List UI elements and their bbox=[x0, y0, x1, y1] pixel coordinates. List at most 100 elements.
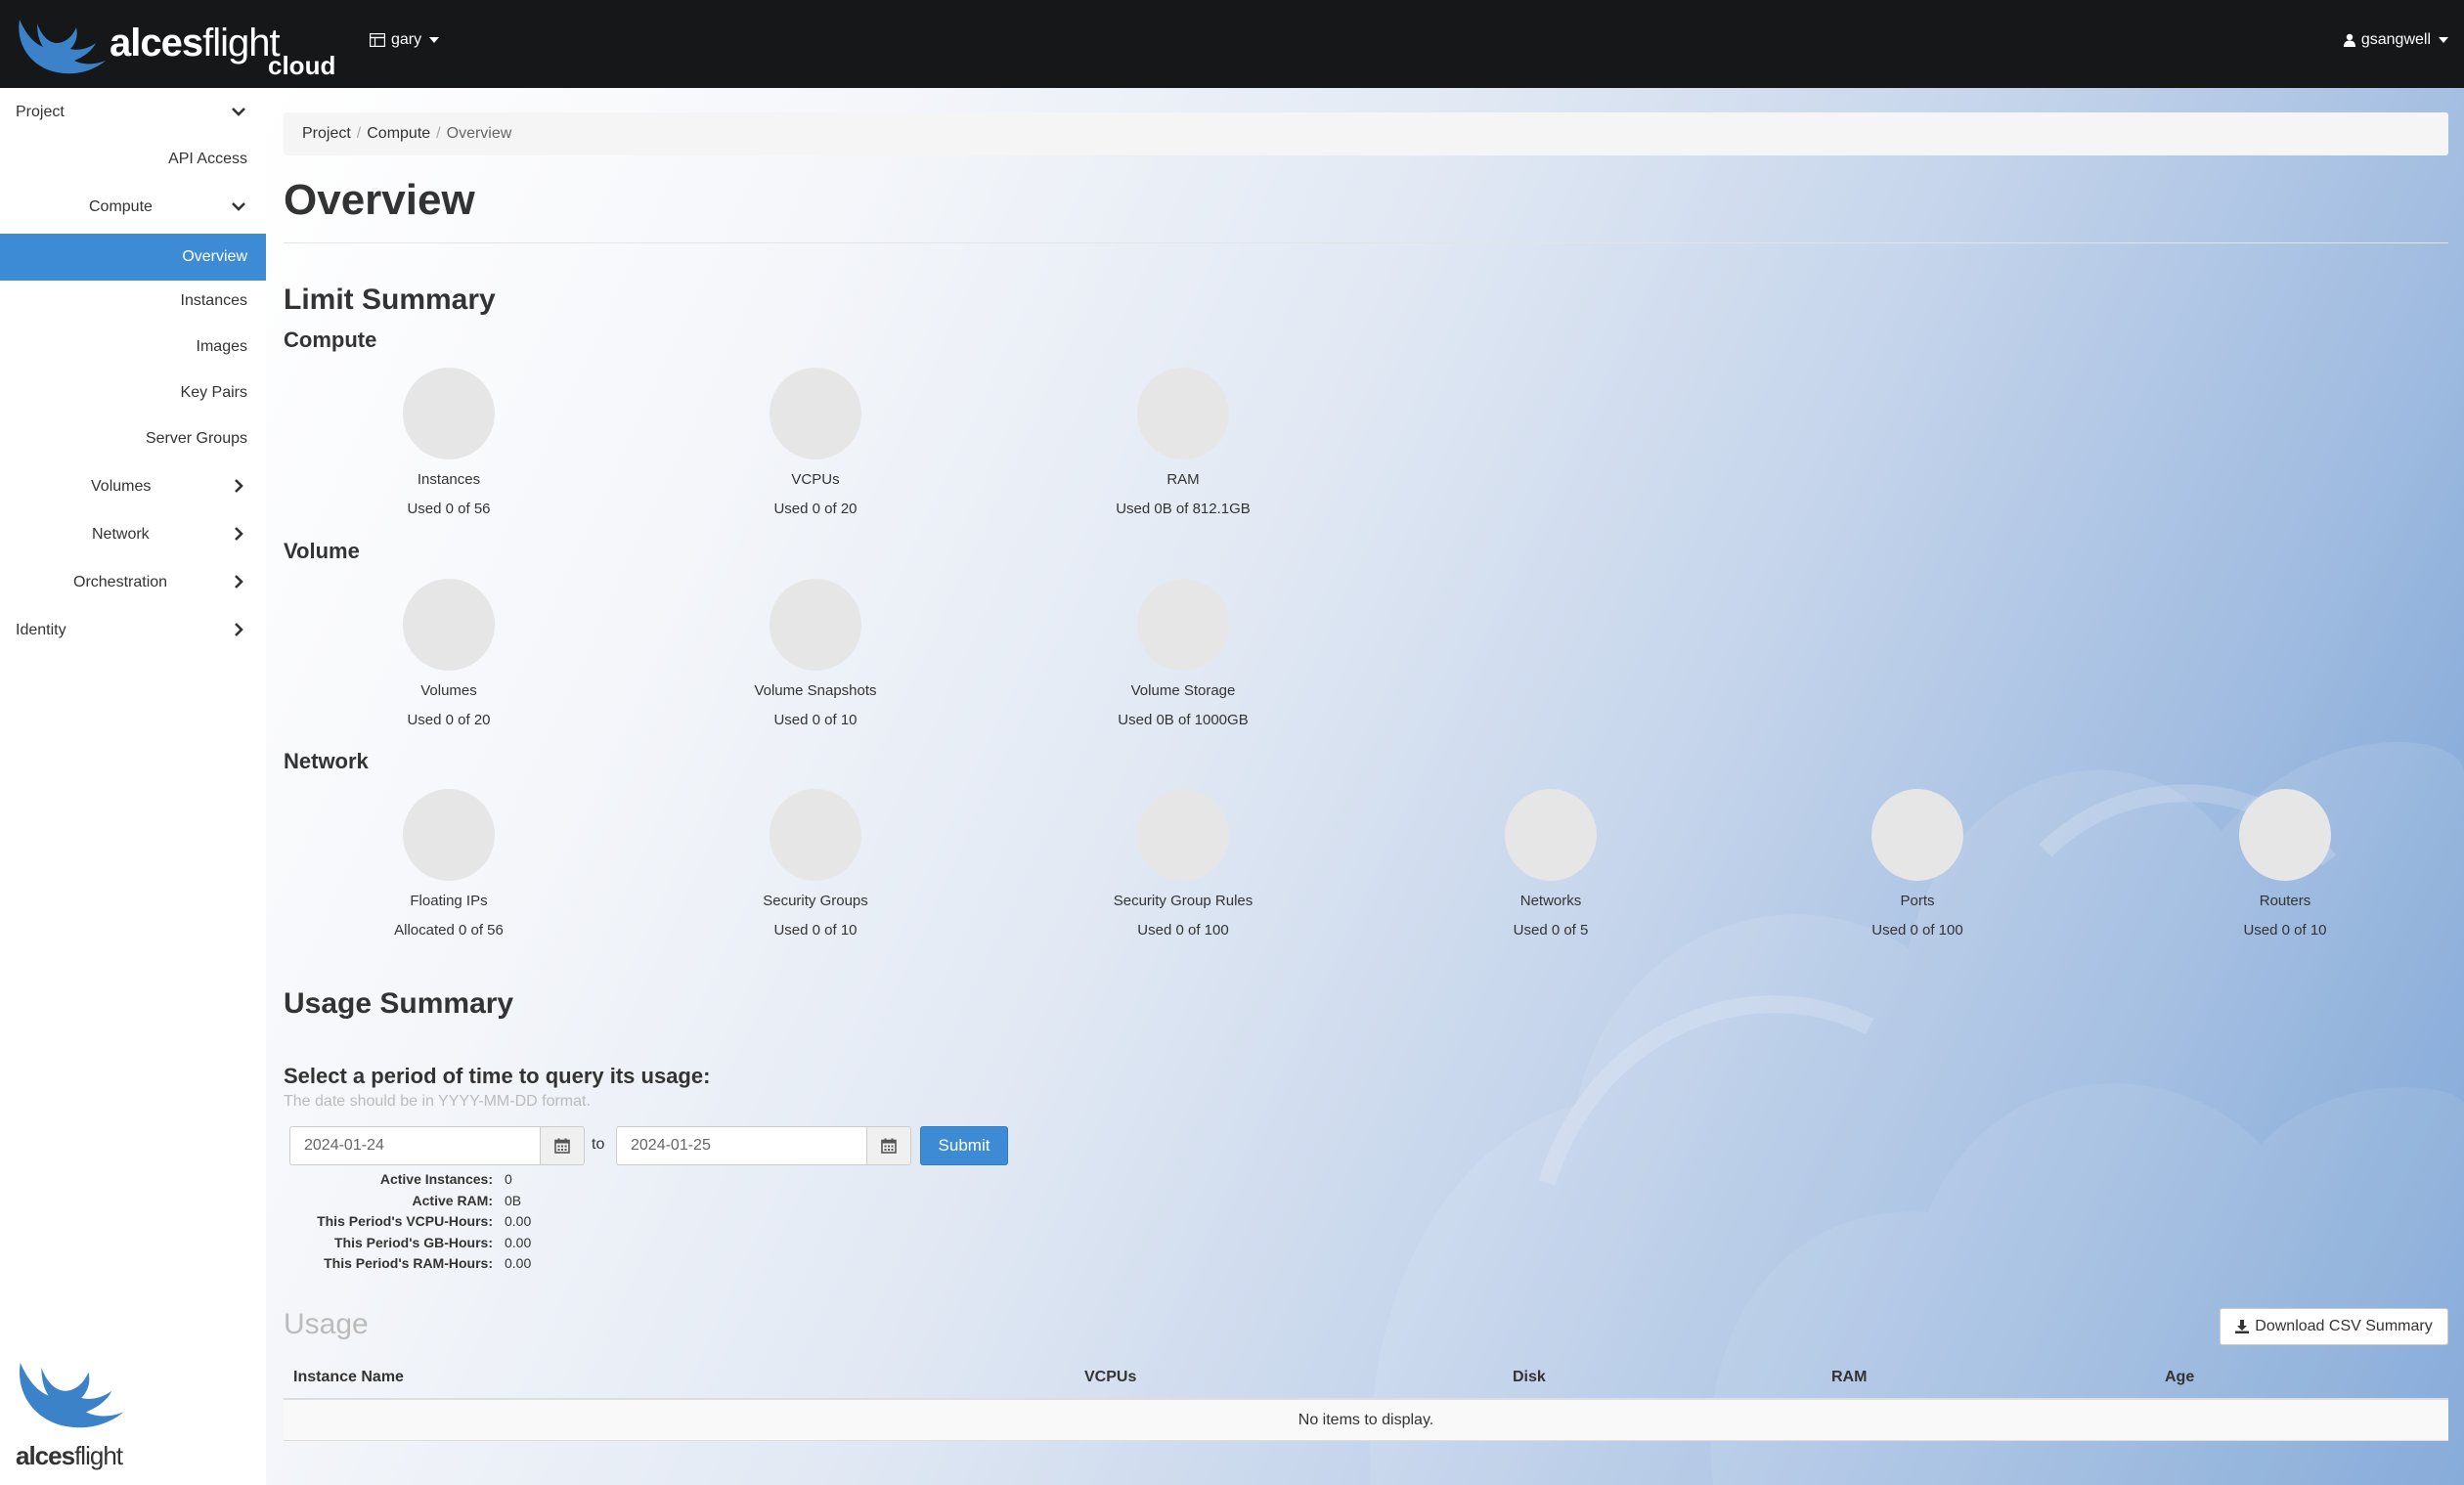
sidebar-item-identity[interactable]: Identity bbox=[0, 608, 266, 653]
logo-light-text: flight bbox=[74, 1441, 123, 1470]
limit-summary-title: Limit Summary bbox=[284, 284, 496, 316]
sidebar-item-network[interactable]: Network bbox=[0, 512, 266, 557]
ports-limit-chart: Ports Used 0 of 100 bbox=[1820, 789, 2015, 939]
start-date-group: 2024-01-24 bbox=[289, 1126, 585, 1165]
stat-label: This Period's VCPU-Hours: bbox=[317, 1213, 493, 1229]
usage-pie bbox=[1871, 789, 1963, 881]
sidebar-item-project[interactable]: Project bbox=[0, 90, 266, 135]
caret-down-icon bbox=[2439, 37, 2448, 43]
limit-name: Instances bbox=[417, 471, 481, 488]
limit-used: Used 0 of 100 bbox=[1871, 922, 1963, 939]
volume-storage-limit-chart: Volume Storage Used 0B of 1000GB bbox=[1085, 579, 1281, 729]
calendar-icon bbox=[554, 1138, 570, 1154]
stat-value: 0 bbox=[505, 1171, 512, 1187]
limit-used: Used 0B of 1000GB bbox=[1118, 712, 1249, 728]
end-date-input[interactable]: 2024-01-25 bbox=[616, 1126, 866, 1165]
breadcrumb-compute[interactable]: Compute bbox=[367, 125, 430, 143]
to-label: to bbox=[592, 1136, 605, 1153]
usage-pie bbox=[770, 368, 861, 459]
sidebar-item-label: Project bbox=[16, 104, 65, 120]
floating-ips-limit-chart: Floating IPs Allocated 0 of 56 bbox=[351, 789, 547, 939]
user-menu[interactable]: gsangwell bbox=[2343, 31, 2448, 49]
column-header-vcpus[interactable]: VCPUs bbox=[1084, 1369, 1136, 1386]
submit-button[interactable]: Submit bbox=[920, 1126, 1008, 1165]
usage-pie bbox=[2239, 789, 2331, 881]
usage-summary-title: Usage Summary bbox=[284, 987, 514, 1020]
stat-value: 0.00 bbox=[505, 1234, 532, 1250]
usage-title: Usage bbox=[284, 1308, 369, 1340]
download-csv-label: Download CSV Summary bbox=[2255, 1318, 2433, 1334]
chevron-right-icon bbox=[235, 479, 243, 493]
sidebar-item-volumes[interactable]: Volumes bbox=[0, 464, 266, 509]
project-switcher[interactable]: gary bbox=[370, 31, 440, 49]
sidebar-item-instances[interactable]: Instances bbox=[0, 279, 266, 324]
sidebar-item-overview[interactable]: Overview bbox=[0, 234, 266, 281]
table-empty-row: No items to display. bbox=[284, 1400, 2448, 1441]
volumes-limit-chart: Volumes Used 0 of 20 bbox=[351, 579, 547, 729]
sidebar-item-compute[interactable]: Compute bbox=[0, 185, 266, 230]
download-csv-button[interactable]: Download CSV Summary bbox=[2220, 1308, 2448, 1345]
limit-used: Allocated 0 of 56 bbox=[394, 922, 504, 939]
breadcrumb-overview: Overview bbox=[446, 125, 512, 142]
routers-limit-chart: Routers Used 0 of 10 bbox=[2187, 789, 2383, 939]
limit-name: Volume Storage bbox=[1130, 682, 1236, 699]
limit-name: RAM bbox=[1166, 471, 1200, 488]
project-grid-icon bbox=[370, 33, 385, 47]
sidebar-item-orchestration[interactable]: Orchestration bbox=[0, 560, 266, 605]
project-name: gary bbox=[391, 31, 422, 48]
volume-snapshots-limit-chart: Volume Snapshots Used 0 of 10 bbox=[718, 579, 913, 729]
limit-name: Security Group Rules bbox=[1113, 893, 1254, 909]
sidebar-item-label: Network bbox=[92, 526, 150, 543]
sidebar-item-server-groups[interactable]: Server Groups bbox=[0, 416, 266, 461]
usage-table: Instance Name VCPUs Disk RAM Age No item… bbox=[284, 1355, 2448, 1441]
sidebar-item-label: API Access bbox=[168, 151, 247, 167]
chevron-down-icon bbox=[232, 108, 245, 116]
sidebar-item-api-access[interactable]: API Access bbox=[0, 137, 266, 182]
limit-name: Floating IPs bbox=[410, 893, 488, 909]
usage-pie bbox=[403, 368, 495, 459]
column-header-ram[interactable]: RAM bbox=[1831, 1369, 1867, 1386]
limit-used: Used 0 of 10 bbox=[773, 922, 858, 939]
stat-label: Active RAM: bbox=[412, 1192, 493, 1208]
column-header-instance-name[interactable]: Instance Name bbox=[293, 1369, 404, 1386]
start-date-input[interactable]: 2024-01-24 bbox=[289, 1126, 540, 1165]
vcpus-limit-chart: VCPUs Used 0 of 20 bbox=[718, 368, 913, 518]
column-header-disk[interactable]: Disk bbox=[1513, 1369, 1546, 1386]
period-title: Select a period of time to query its usa… bbox=[284, 1064, 711, 1088]
limit-used: Used 0 of 10 bbox=[2243, 922, 2327, 939]
antler-logo-icon bbox=[19, 20, 106, 74]
date-format-hint: The date should be in YYYY-MM-DD format. bbox=[284, 1093, 591, 1110]
column-header-age[interactable]: Age bbox=[2165, 1369, 2194, 1386]
main-content: Project / Compute / Overview Overview Li… bbox=[266, 88, 2464, 1485]
breadcrumb-project[interactable]: Project bbox=[302, 125, 351, 143]
limit-name: Security Groups bbox=[763, 893, 868, 909]
security-group-rules-limit-chart: Security Group Rules Used 0 of 100 bbox=[1085, 789, 1281, 939]
antler-logo-icon bbox=[19, 1363, 124, 1428]
limit-used: Used 0 of 100 bbox=[1137, 922, 1229, 939]
instances-limit-chart: Instances Used 0 of 56 bbox=[351, 368, 547, 518]
sidebar-item-key-pairs[interactable]: Key Pairs bbox=[0, 371, 266, 415]
usage-pie bbox=[770, 579, 861, 671]
top-navbar: alcesflight cloud gary gsangwell bbox=[0, 0, 2464, 88]
stat-value: 0B bbox=[505, 1192, 522, 1208]
title-divider bbox=[284, 242, 2448, 243]
limit-name: Ports bbox=[1900, 893, 1935, 909]
usage-pie bbox=[403, 789, 495, 881]
sidebar-item-label: Overview bbox=[182, 248, 247, 265]
sidebar-item-images[interactable]: Images bbox=[0, 325, 266, 370]
calendar-icon bbox=[881, 1138, 897, 1154]
brand-text: alcesflight bbox=[110, 22, 281, 66]
brand-bold-text: alces bbox=[110, 22, 203, 65]
start-date-picker-button[interactable] bbox=[540, 1126, 585, 1165]
stat-label: This Period's RAM-Hours: bbox=[324, 1255, 493, 1271]
usage-pie bbox=[1137, 789, 1229, 881]
limit-name: Routers bbox=[2259, 893, 2311, 909]
sidebar-item-label: Server Groups bbox=[145, 430, 247, 447]
breadcrumb-separator: / bbox=[356, 125, 362, 142]
sidebar-logo-text: alcesflight bbox=[16, 1441, 123, 1471]
compute-section-title: Compute bbox=[284, 328, 377, 352]
end-date-picker-button[interactable] bbox=[866, 1126, 911, 1165]
brand-sub-text: cloud bbox=[268, 51, 336, 80]
limit-name: VCPUs bbox=[791, 471, 840, 488]
breadcrumb: Project / Compute / Overview bbox=[284, 112, 2448, 155]
